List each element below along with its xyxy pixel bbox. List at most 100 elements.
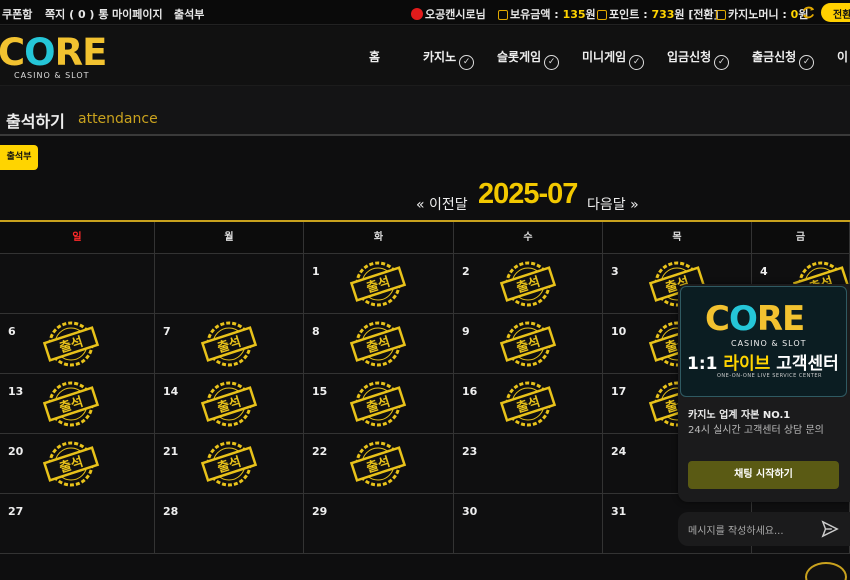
live-chat-widget: CORE CASINO & SLOT 1:1 라이브 고객센터 ONE-ON-O… <box>678 284 850 502</box>
current-month: 2025-07 <box>478 178 578 210</box>
weekday-header: 수 <box>454 222 603 254</box>
prev-month-button[interactable]: « 이전달 <box>416 194 468 214</box>
point-info[interactable]: 포인트 : 733원 [전환] <box>597 6 719 22</box>
attendance-stamp-icon: 출석 <box>499 321 557 367</box>
nav-withdraw-label: 출금신청 <box>752 50 797 64</box>
tab-attendance-book[interactable]: 출석부 <box>0 145 38 170</box>
logo-subtitle: CASINO & SLOT <box>14 71 90 80</box>
day-number: 23 <box>462 445 478 458</box>
exchange-button[interactable]: 전환 <box>821 3 850 22</box>
calendar-day-cell: 8 출석 <box>304 314 454 374</box>
calendar-day-cell: 14 출석 <box>155 374 304 434</box>
chat-banner-subtitle: CASINO & SLOT <box>731 339 807 348</box>
check-circle-icon: ✓ <box>629 55 645 70</box>
day-number: 8 <box>312 325 320 338</box>
check-circle-icon: ✓ <box>459 55 475 70</box>
day-number: 16 <box>462 385 478 398</box>
casino-money-label: 카지노머니 : <box>728 8 787 21</box>
paper-plane-icon[interactable] <box>821 520 839 538</box>
refresh-icon[interactable] <box>801 5 816 20</box>
day-number: 13 <box>8 385 24 398</box>
wallet-icon <box>498 10 508 20</box>
chat-banner-logo: CORE <box>705 299 805 339</box>
day-number: 6 <box>8 325 16 338</box>
main-header: CORE CASINO & SLOT 홈 카지노 ✓ 슬롯게임 ✓ 미니게임 ✓ 입금… <box>0 26 850 86</box>
calendar-day-cell: 28 <box>155 494 304 554</box>
day-number: 9 <box>462 325 470 338</box>
note-link[interactable]: 쪽지 ( 0 ) 통 <box>45 6 108 22</box>
calendar-day-cell: 16 출석 <box>454 374 603 434</box>
user-name: 오공캔시로님 <box>425 8 486 21</box>
mypage-link[interactable]: 마이페이지 <box>112 6 163 22</box>
attendance-stamp-icon: 출석 <box>349 381 407 427</box>
day-number: 10 <box>611 325 627 338</box>
nav-mini[interactable]: 미니게임 ✓ <box>582 48 645 70</box>
day-number: 4 <box>760 265 768 278</box>
month-navigation: « 이전달 2025-07 다음달 » <box>0 175 850 215</box>
start-chat-button[interactable]: 채팅 시작하기 <box>688 461 839 489</box>
day-number: 24 <box>611 445 627 458</box>
attendance-stamp-icon: 출석 <box>499 261 557 307</box>
calendar-day-cell: 23 <box>454 434 603 494</box>
nav-casino-label: 카지노 <box>423 50 457 64</box>
next-month-button[interactable]: 다음달 » <box>587 194 639 214</box>
nav-deposit-label: 입금신청 <box>667 50 712 64</box>
calendar-day-cell: 9 출석 <box>454 314 603 374</box>
calendar-day-cell: 29 <box>304 494 454 554</box>
day-number: 27 <box>8 505 24 518</box>
calendar-day-cell: 2 출석 <box>454 254 603 314</box>
weekday-header: 월 <box>155 222 304 254</box>
weekday-header: 화 <box>304 222 454 254</box>
attendance-link[interactable]: 출석부 <box>174 6 204 22</box>
day-number: 28 <box>163 505 179 518</box>
day-number: 1 <box>312 265 320 278</box>
floating-logo-button[interactable] <box>805 562 847 580</box>
calendar-day-cell: 21 출석 <box>155 434 304 494</box>
point-value: 733 <box>651 8 675 21</box>
nav-home[interactable]: 홈 <box>369 48 380 65</box>
calendar-day-cell: 6 출석 <box>0 314 155 374</box>
casino-money-info: 카지노머니 : 0원 <box>716 6 808 22</box>
calendar-day-cell: 27 <box>0 494 155 554</box>
site-logo[interactable]: CORE CASINO & SLOT <box>0 32 115 82</box>
nav-slot[interactable]: 슬롯게임 ✓ <box>497 48 560 70</box>
nav-slot-label: 슬롯게임 <box>497 50 542 64</box>
banner-letter-c: C <box>705 299 730 339</box>
banner-letters-re: RE <box>756 299 805 339</box>
banner-title-part3: 고객센터 <box>770 354 839 374</box>
day-number: 3 <box>611 265 619 278</box>
point-label: 포인트 : <box>609 8 648 21</box>
day-number: 15 <box>312 385 328 398</box>
day-number: 21 <box>163 445 179 458</box>
calendar-day-cell <box>155 254 304 314</box>
note-suffix: 통 <box>98 8 109 21</box>
note-count: ( 0 ) <box>69 8 95 21</box>
banner-title-part2: 라이브 <box>723 354 771 374</box>
attendance-stamp-icon: 출석 <box>499 381 557 427</box>
chat-banner-service: ONE-ON-ONE LIVE SERVICE CENTER <box>717 373 822 379</box>
day-number: 31 <box>611 505 627 518</box>
chat-message-box: 메시지를 작성하세요... <box>678 512 850 546</box>
check-circle-icon: ✓ <box>714 55 730 70</box>
day-number: 30 <box>462 505 478 518</box>
nav-withdraw[interactable]: 출금신청 ✓ <box>752 48 815 70</box>
nav-deposit[interactable]: 입금신청 ✓ <box>667 48 730 70</box>
weekday-header: 목 <box>603 222 752 254</box>
attendance-stamp-icon: 출석 <box>349 261 407 307</box>
nav-casino[interactable]: 카지노 ✓ <box>423 48 475 70</box>
message-input[interactable]: 메시지를 작성하세요... <box>688 522 784 537</box>
calendar-day-cell: 30 <box>454 494 603 554</box>
balance-label: 보유금액 : <box>510 8 559 21</box>
page-title: 출석하기 <box>6 112 65 131</box>
day-number: 29 <box>312 505 328 518</box>
calendar-day-cell: 1 출석 <box>304 254 454 314</box>
calendar-day-cell: 22 출석 <box>304 434 454 494</box>
calendar-day-cell: 7 출석 <box>155 314 304 374</box>
calendar-day-cell: 15 출석 <box>304 374 454 434</box>
calendar-day-cell <box>0 254 155 314</box>
coupon-link[interactable]: 쿠폰함 <box>2 6 32 22</box>
logo-letter-o: O <box>24 31 55 74</box>
nav-more[interactable]: 이 <box>837 48 848 65</box>
logo-letters-re: RE <box>54 31 108 74</box>
attendance-stamp-icon: 출석 <box>42 321 100 367</box>
